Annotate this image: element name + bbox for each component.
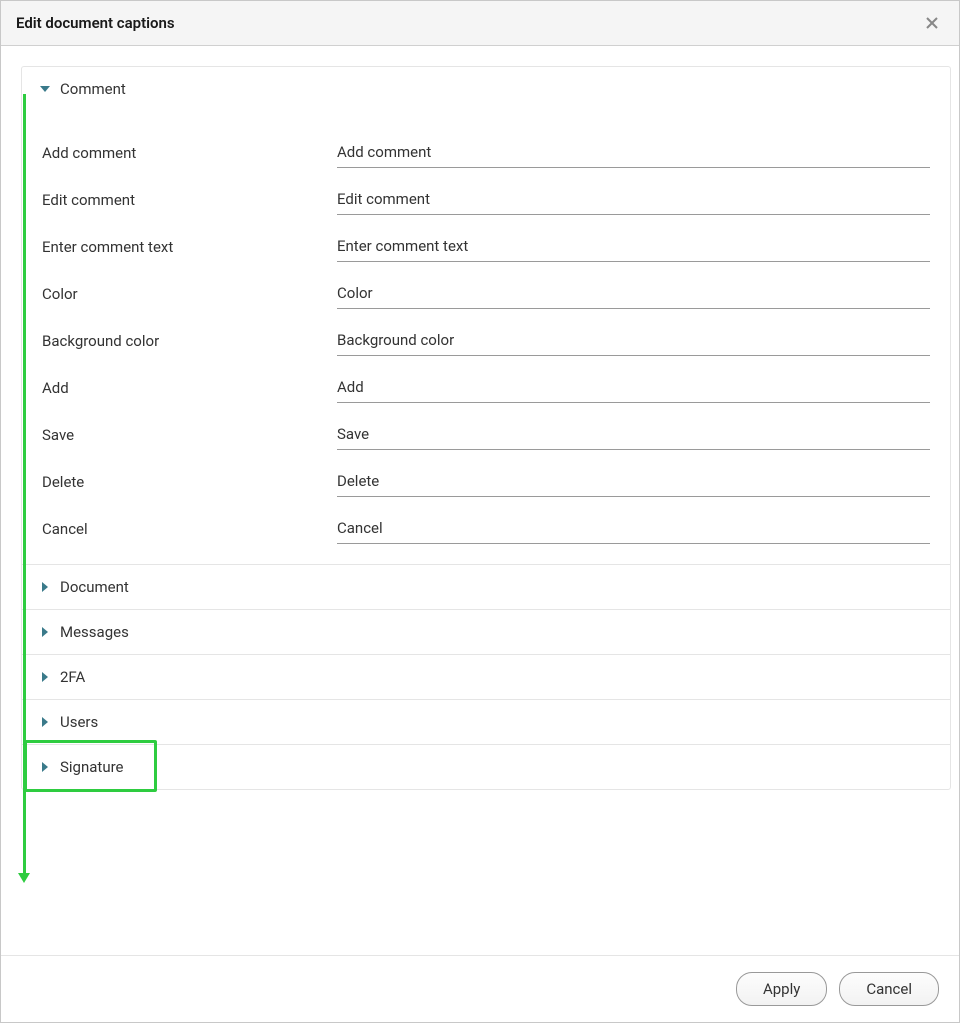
field-row-background-color: Background color: [22, 309, 950, 356]
field-input-edit-comment[interactable]: [337, 184, 930, 215]
section-document: Document: [22, 565, 950, 610]
section-title-comment: Comment: [60, 80, 126, 98]
section-header-users[interactable]: Users: [22, 700, 950, 744]
field-input-cancel[interactable]: [337, 513, 930, 544]
section-header-signature[interactable]: Signature: [22, 745, 950, 789]
close-button[interactable]: [920, 11, 944, 35]
field-label: Delete: [42, 473, 337, 497]
section-fields-comment: Add comment Edit comment Ent: [22, 111, 950, 564]
field-input-save[interactable]: [337, 419, 930, 450]
field-label: Background color: [42, 332, 337, 356]
section-header-comment[interactable]: Comment: [22, 67, 950, 111]
dialog-header: Edit document captions: [1, 1, 959, 46]
dialog-title: Edit document captions: [16, 14, 175, 32]
caret-down-icon: [40, 84, 50, 94]
field-label: Cancel: [42, 520, 337, 544]
dialog-footer: Apply Cancel: [1, 955, 959, 1022]
section-comment: Comment Add comment Edit comment: [22, 67, 950, 565]
field-row-color: Color: [22, 262, 950, 309]
section-title-document: Document: [60, 578, 129, 596]
field-row-cancel: Cancel: [22, 497, 950, 544]
field-row-add-comment: Add comment: [22, 121, 950, 168]
apply-button[interactable]: Apply: [736, 972, 827, 1006]
field-input-enter-comment-text[interactable]: [337, 231, 930, 262]
edit-captions-dialog: Edit document captions Comment: [0, 0, 960, 1023]
section-header-messages[interactable]: Messages: [22, 610, 950, 654]
field-input-add-comment[interactable]: [337, 137, 930, 168]
field-input-color[interactable]: [337, 278, 930, 309]
field-label: Add: [42, 379, 337, 403]
field-row-add: Add: [22, 356, 950, 403]
section-messages: Messages: [22, 610, 950, 655]
dialog-body[interactable]: Comment Add comment Edit comment: [1, 46, 959, 955]
caret-right-icon: [40, 627, 50, 637]
section-header-document[interactable]: Document: [22, 565, 950, 609]
caret-right-icon: [40, 672, 50, 682]
caret-right-icon: [40, 717, 50, 727]
field-row-enter-comment-text: Enter comment text: [22, 215, 950, 262]
field-label: Enter comment text: [42, 238, 337, 262]
field-label: Add comment: [42, 144, 337, 168]
section-header-2fa[interactable]: 2FA: [22, 655, 950, 699]
caret-right-icon: [40, 762, 50, 772]
field-label: Save: [42, 426, 337, 450]
field-row-delete: Delete: [22, 450, 950, 497]
field-label: Edit comment: [42, 191, 337, 215]
field-input-add[interactable]: [337, 372, 930, 403]
section-title-2fa: 2FA: [60, 668, 85, 686]
cancel-button[interactable]: Cancel: [839, 972, 939, 1006]
caret-right-icon: [40, 582, 50, 592]
field-row-edit-comment: Edit comment: [22, 168, 950, 215]
section-signature: Signature: [22, 745, 950, 789]
field-row-save: Save: [22, 403, 950, 450]
field-input-background-color[interactable]: [337, 325, 930, 356]
close-icon: [924, 15, 940, 31]
section-title-users: Users: [60, 713, 98, 731]
content-panel: Comment Add comment Edit comment: [21, 66, 951, 790]
section-2fa: 2FA: [22, 655, 950, 700]
section-users: Users: [22, 700, 950, 745]
field-input-delete[interactable]: [337, 466, 930, 497]
field-label: Color: [42, 285, 337, 309]
section-title-signature: Signature: [60, 758, 124, 776]
annotation-arrow: [23, 94, 26, 875]
section-title-messages: Messages: [60, 623, 129, 641]
